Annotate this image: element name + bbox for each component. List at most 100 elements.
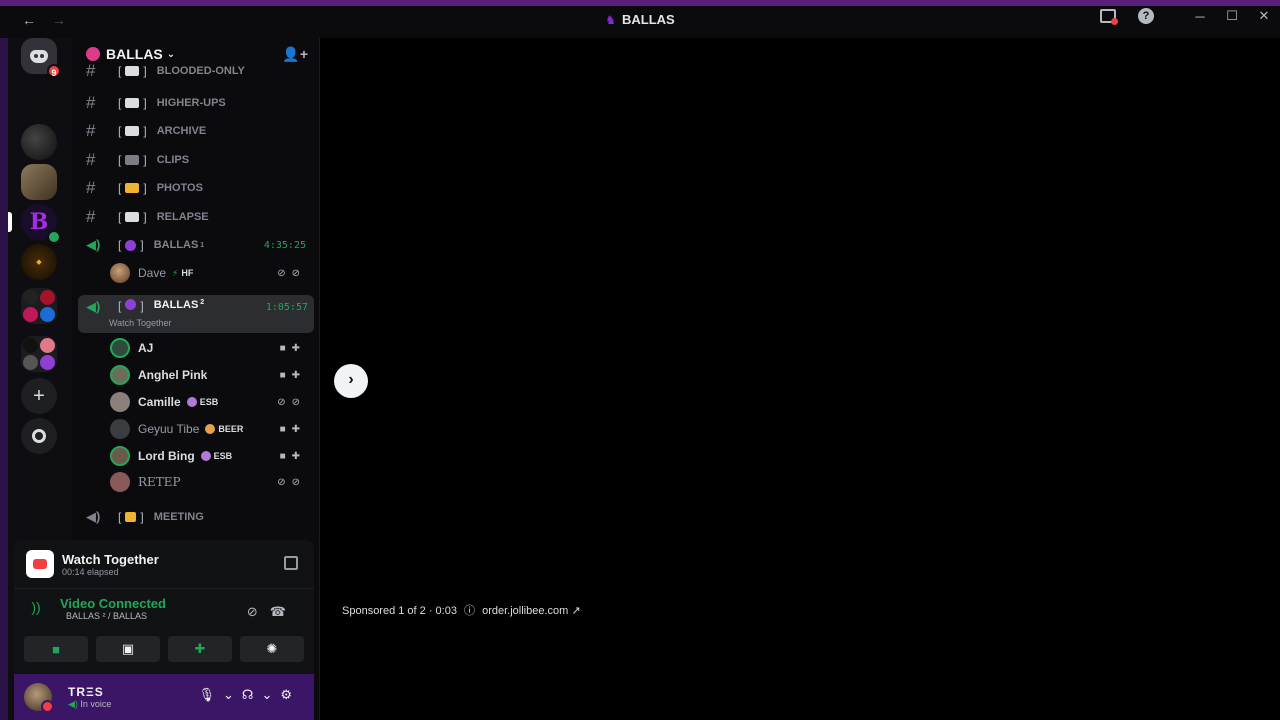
voice-user[interactable]: Geyuu Tibe BEER ■✚	[110, 417, 310, 441]
avatar	[110, 263, 130, 283]
explore-button[interactable]	[21, 418, 57, 454]
call-timer: 4:35:25	[263, 239, 306, 251]
text-channel-icon: #	[86, 207, 96, 226]
server-icon-1[interactable]	[21, 124, 57, 160]
activity-elapsed: 00:14 elapsed	[62, 566, 119, 577]
maximize-button[interactable]: ☐	[1216, 8, 1248, 24]
muted-deafened-icons: ⊘⊘	[277, 476, 306, 488]
guild-name: BALLAS	[106, 46, 163, 62]
minimize-button[interactable]: ─	[1184, 9, 1216, 24]
user-controls[interactable]: 🎙⌄☊⌄⚙	[199, 687, 301, 703]
text-channel-icon: #	[86, 150, 96, 169]
channel-higher-ups[interactable]: #[] HIGHER-UPS	[86, 91, 312, 115]
sponsor-link[interactable]: order.jollibee.com	[482, 605, 568, 617]
voice-channel-ballas-1[interactable]: ◀)[] BALLAS 1 4:35:25	[86, 233, 312, 257]
voice-user[interactable]: AJ ■✚	[110, 336, 310, 360]
invite-people-icon[interactable]: 👤+	[282, 46, 308, 63]
window-controls: ? ─ ☐ ✕	[1100, 8, 1280, 25]
notification-badge: 9	[47, 64, 61, 78]
voice-status-icon: ◀)	[68, 698, 81, 709]
youtube-icon	[26, 550, 54, 578]
rocket-icon: ✚	[194, 641, 206, 656]
divider	[14, 588, 314, 589]
popout-icon[interactable]	[284, 556, 298, 570]
camera-button[interactable]: ■	[24, 636, 88, 662]
channel-blooded-only[interactable]: #[] BLOODED-ONLY	[86, 64, 312, 78]
avatar	[110, 446, 130, 466]
connection-location: BALLAS ² / BALLAS	[66, 611, 148, 621]
title-bar: ← → ♞ BALLAS ? ─ ☐ ✕	[0, 0, 1280, 38]
avatar	[110, 419, 130, 439]
voice-user[interactable]: RETEP ⊘⊘	[110, 470, 310, 494]
user-area: TRΞS ◀) In voice 🎙⌄☊⌄⚙	[14, 674, 314, 720]
user-avatar[interactable]	[24, 683, 54, 713]
discord-logo-icon	[30, 49, 48, 63]
connection-status: Video Connected	[60, 596, 166, 611]
screen-share-button[interactable]: ▣	[96, 636, 160, 662]
muted-deafened-icons: ⊘⊘	[277, 396, 306, 408]
voice-panel: Watch Together 00:14 elapsed )) Video Co…	[14, 540, 314, 674]
video-activity-icons: ■✚	[279, 423, 306, 435]
info-icon[interactable]: ⓘ	[464, 605, 475, 617]
username: TRΞS	[68, 684, 104, 699]
voice-user[interactable]: Anghel Pink ■✚	[110, 363, 310, 387]
video-camera-icon: ■	[52, 641, 60, 657]
soundboard-button[interactable]: ✺	[240, 636, 304, 662]
add-server-button[interactable]: +	[21, 378, 57, 414]
close-button[interactable]: ✕	[1248, 8, 1280, 24]
home-button[interactable]: 9	[21, 38, 61, 78]
channel-archive[interactable]: #[] ARCHIVE	[86, 119, 312, 143]
activity-info[interactable]: Watch Together 00:14 elapsed	[26, 550, 159, 578]
speech-bubble-icon	[125, 126, 140, 136]
voice-channel-ballas-2[interactable]: ◀)[] BALLAS 2 1:05:57 Watch Together	[78, 295, 314, 333]
compass-icon	[32, 429, 46, 443]
voice-user[interactable]: Lord Bing ESB ■✚	[110, 444, 310, 468]
text-channel-icon: #	[86, 121, 96, 140]
activity-button[interactable]: ✚	[168, 636, 232, 662]
help-icon[interactable]: ?	[1138, 8, 1154, 24]
folder-server-icon	[40, 355, 55, 370]
user-tag: ⚡ HF	[172, 268, 194, 278]
user-tag: ESB	[186, 397, 218, 407]
server-icon: ♞	[605, 13, 617, 27]
voice-channel-meeting[interactable]: ◀)[] MEETING	[86, 505, 312, 529]
lightning-icon: ⚡	[172, 268, 179, 278]
film-camera-icon	[125, 155, 140, 165]
guild-icon	[86, 47, 100, 61]
folder-server-icon	[23, 307, 38, 322]
folder-server-icon	[23, 355, 38, 370]
next-button[interactable]: ›	[334, 364, 368, 398]
muted-deafened-icons: ⊘⊘	[277, 267, 306, 279]
inbox-icon[interactable]	[1100, 9, 1118, 25]
speech-bubble-icon	[125, 98, 140, 108]
speech-bubble-icon	[125, 66, 140, 76]
screen-share-icon: ▣	[121, 641, 135, 656]
server-icon-prestige[interactable]: ◆	[21, 244, 57, 280]
voice-controls: ■ ▣ ✚ ✺	[24, 636, 304, 662]
voice-user[interactable]: Camille ESB ⊘⊘	[110, 390, 310, 414]
server-folder-1[interactable]	[21, 288, 57, 324]
video-activity-icons: ■✚	[279, 369, 306, 381]
camera-icon	[125, 183, 140, 193]
folder-server-icon	[23, 290, 38, 305]
channel-activity: Watch Together	[109, 318, 172, 328]
text-channel-icon: #	[86, 64, 96, 78]
folder-server-icon	[40, 338, 55, 353]
noise-disconnect-icons[interactable]: ⊘☎	[247, 604, 298, 620]
folder-server-icon	[40, 307, 55, 322]
server-folder-2[interactable]	[21, 336, 57, 372]
voice-user[interactable]: Dave ⚡ HF ⊘⊘	[110, 261, 310, 285]
server-icon-ballas[interactable]: B	[8, 204, 61, 244]
voice-connection-info[interactable]: )) Video Connected BALLAS ² / BALLAS	[26, 596, 166, 621]
channel-clips[interactable]: #[] CLIPS	[86, 148, 312, 172]
channel-relapse[interactable]: #[] RELAPSE	[86, 205, 312, 229]
server-icon-2[interactable]	[21, 164, 57, 200]
avatar	[110, 338, 130, 358]
activity-title: Watch Together	[62, 551, 159, 567]
channel-photos[interactable]: #[] PHOTOS	[86, 176, 312, 200]
avatar	[110, 365, 130, 385]
sponsor-line: Sponsored 1 of 2 · 0:03 ⓘ order.jollibee…	[342, 605, 581, 617]
window-edge	[0, 38, 8, 720]
fox-icon	[205, 424, 216, 434]
call-timer: 1:05:57	[265, 302, 308, 313]
